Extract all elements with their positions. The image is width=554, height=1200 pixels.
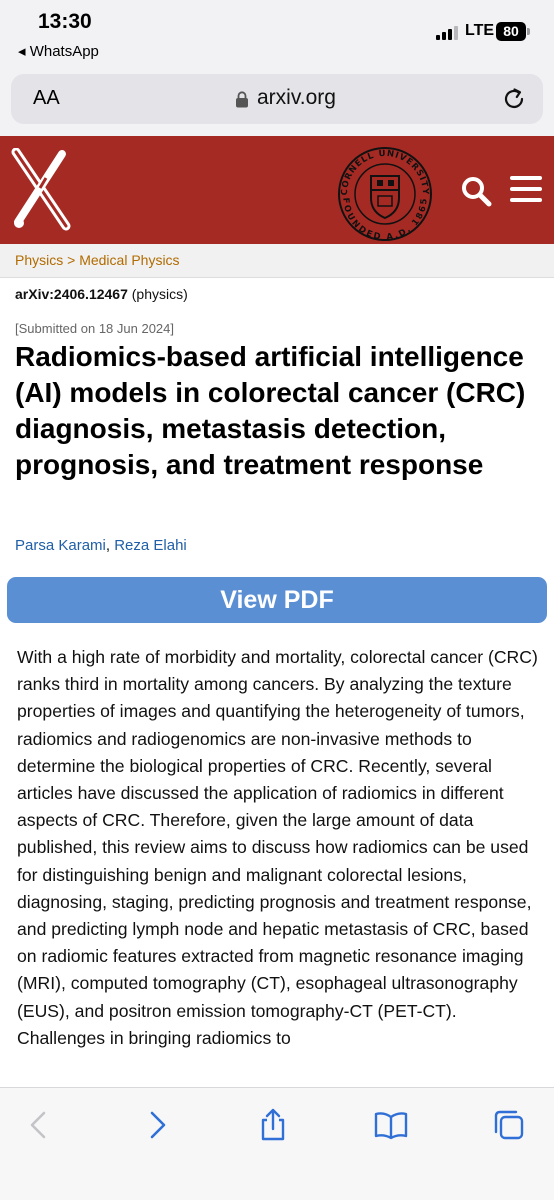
author-separator: ,	[105, 537, 115, 554]
status-time: 13:30	[38, 10, 92, 33]
reload-icon[interactable]	[501, 86, 527, 112]
arxiv-logo-icon[interactable]	[10, 148, 72, 232]
author-link[interactable]: Reza Elahi	[114, 537, 187, 554]
back-to-whatsapp-link[interactable]: ◂ WhatsApp	[18, 42, 99, 60]
text-size-label: AA	[33, 87, 60, 109]
lock-icon	[236, 91, 248, 108]
forward-icon[interactable]	[140, 1108, 174, 1142]
authors: Parsa Karami, Reza Elahi	[15, 537, 187, 554]
svg-text:CORNELL UNIVERSITY: CORNELL UNIVERSITY	[340, 149, 430, 196]
share-icon[interactable]	[256, 1108, 290, 1142]
text-size-button[interactable]: AA	[33, 87, 60, 110]
battery-nub	[527, 28, 530, 35]
back-icon[interactable]	[22, 1108, 56, 1142]
breadcrumb: Physics > Medical Physics	[0, 244, 554, 278]
cornell-seal-icon[interactable]: CORNELL UNIVERSITY FOUNDED A.D. 1865	[333, 146, 437, 242]
bookmarks-icon[interactable]	[374, 1108, 408, 1142]
tabs-icon[interactable]	[492, 1108, 526, 1142]
svg-text:FOUNDED A.D. 1865: FOUNDED A.D. 1865	[340, 197, 429, 242]
arxiv-category: (physics)	[131, 286, 188, 302]
network-label: LTE	[465, 22, 495, 39]
arxiv-id: arXiv:2406.12467	[15, 286, 128, 302]
view-pdf-button[interactable]: View PDF	[7, 577, 547, 623]
author-link[interactable]: Parsa Karami	[15, 537, 106, 554]
address-bar[interactable]: AA arxiv.org	[11, 74, 543, 124]
paper-title: Radiomics-based artificial intelligence …	[15, 341, 526, 480]
url-text[interactable]: arxiv.org	[257, 86, 336, 110]
search-icon[interactable]	[460, 175, 492, 207]
browser-address-area: AA arxiv.org	[0, 66, 554, 136]
abstract-text: With a high rate of morbidity and mortal…	[17, 647, 538, 1048]
browser-toolbar	[0, 1087, 554, 1200]
breadcrumb-link[interactable]: Physics > Medical Physics	[15, 252, 180, 268]
menu-icon[interactable]	[510, 176, 542, 204]
status-bar: 13:30 ◂ WhatsApp LTE 80	[0, 0, 554, 66]
battery-icon: 80	[496, 22, 526, 41]
abstract-viewport: With a high rate of morbidity and mortal…	[0, 640, 554, 1087]
signal-icon	[436, 26, 458, 40]
submitted-date: [Submitted on 18 Jun 2024]	[15, 321, 175, 336]
arxiv-identifier: arXiv:2406.12467 (physics)	[15, 286, 188, 302]
